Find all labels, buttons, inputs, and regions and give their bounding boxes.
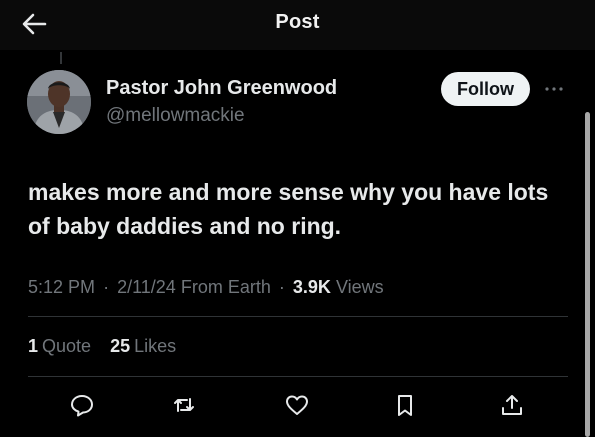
page-title: Post bbox=[275, 11, 320, 33]
views-count: 3.9K bbox=[292, 277, 331, 297]
meta-separator: · bbox=[103, 277, 110, 297]
more-options-button[interactable] bbox=[542, 79, 566, 99]
meta-separator: · bbox=[278, 277, 285, 297]
avatar[interactable] bbox=[27, 70, 91, 134]
post-source: From Earth bbox=[180, 277, 271, 297]
post-meta: 5:12 PM · 2/11/24 From Earth · 3.9K View… bbox=[28, 277, 384, 298]
post-time: 5:12 PM bbox=[28, 277, 96, 297]
post-text: makes more and more sense why you have l… bbox=[28, 179, 549, 239]
scrollbar[interactable] bbox=[585, 112, 590, 437]
likes-count: 25 bbox=[110, 336, 131, 356]
likes-label: Likes bbox=[134, 336, 177, 356]
repost-button[interactable] bbox=[169, 390, 199, 420]
quotes-stat[interactable]: 1 Quote bbox=[28, 336, 91, 356]
divider bbox=[28, 316, 568, 317]
quotes-label: Quote bbox=[42, 336, 92, 356]
bookmark-icon bbox=[398, 395, 412, 416]
thread-connector-line bbox=[60, 52, 62, 64]
more-horizontal-icon bbox=[545, 87, 563, 91]
post-stats: 1 Quote 25 Likes bbox=[28, 336, 190, 357]
reply-button[interactable] bbox=[67, 390, 97, 420]
action-bar bbox=[0, 390, 595, 422]
share-icon bbox=[502, 395, 522, 415]
divider bbox=[28, 376, 568, 377]
avatar-photo bbox=[27, 70, 91, 134]
likes-stat[interactable]: 25 Likes bbox=[110, 336, 176, 356]
follow-button[interactable]: Follow bbox=[441, 72, 530, 106]
top-bar: Post bbox=[0, 0, 595, 50]
share-button[interactable] bbox=[497, 390, 527, 420]
like-icon bbox=[286, 395, 308, 415]
post-date[interactable]: 2/11/24 bbox=[117, 277, 176, 297]
author-handle[interactable]: @mellowmackie bbox=[106, 105, 245, 127]
like-button[interactable] bbox=[282, 390, 312, 420]
author-display-name[interactable]: Pastor John Greenwood bbox=[106, 77, 337, 100]
quotes-count: 1 bbox=[28, 336, 39, 356]
repost-icon bbox=[174, 398, 194, 412]
reply-icon bbox=[71, 395, 93, 417]
views-label: Views bbox=[335, 277, 384, 297]
bookmark-button[interactable] bbox=[390, 390, 420, 420]
